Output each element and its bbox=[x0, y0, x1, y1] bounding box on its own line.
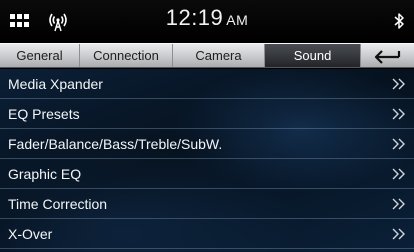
tab-connection[interactable]: Connection bbox=[80, 44, 173, 67]
back-arrow-icon bbox=[374, 49, 400, 64]
double-chevron-right-icon bbox=[392, 108, 405, 120]
clock-time: 12:19 bbox=[165, 5, 224, 30]
tab-sound[interactable]: Sound bbox=[265, 44, 361, 67]
menu-item-label: Graphic EQ bbox=[8, 165, 82, 182]
double-chevron-right-icon bbox=[392, 198, 405, 210]
menu-item-fader-balance[interactable]: Fader/Balance/Bass/Treble/SubW. bbox=[0, 129, 414, 159]
menu-item-label: EQ Presets bbox=[8, 105, 80, 122]
menu-item-label: X-Over bbox=[8, 225, 53, 242]
clock: 12:19 AM bbox=[0, 5, 414, 31]
tab-camera[interactable]: Camera bbox=[173, 44, 265, 67]
menu-item-x-over[interactable]: X-Over bbox=[0, 219, 414, 249]
menu-item-label: Time Correction bbox=[8, 195, 108, 212]
double-chevron-right-icon bbox=[392, 78, 405, 90]
double-chevron-right-icon bbox=[392, 168, 405, 180]
clock-meridiem: AM bbox=[226, 12, 249, 28]
menu-item-graphic-eq[interactable]: Graphic EQ bbox=[0, 159, 414, 189]
double-chevron-right-icon bbox=[392, 138, 405, 150]
menu-item-eq-presets[interactable]: EQ Presets bbox=[0, 99, 414, 129]
menu-item-label: Media Xpander bbox=[8, 75, 103, 92]
tab-general[interactable]: General bbox=[0, 44, 80, 67]
settings-menu: Media Xpander EQ Presets Fader/Balance/B… bbox=[0, 69, 414, 252]
menu-item-time-correction[interactable]: Time Correction bbox=[0, 189, 414, 219]
bluetooth-icon bbox=[394, 13, 404, 29]
menu-item-media-xpander[interactable]: Media Xpander bbox=[0, 69, 414, 99]
back-button[interactable] bbox=[361, 44, 414, 67]
double-chevron-right-icon bbox=[392, 228, 405, 240]
tab-bar: General Connection Camera Sound bbox=[0, 43, 414, 68]
menu-item-label: Fader/Balance/Bass/Treble/SubW. bbox=[8, 135, 223, 152]
status-bar: 12:19 AM bbox=[0, 0, 414, 42]
